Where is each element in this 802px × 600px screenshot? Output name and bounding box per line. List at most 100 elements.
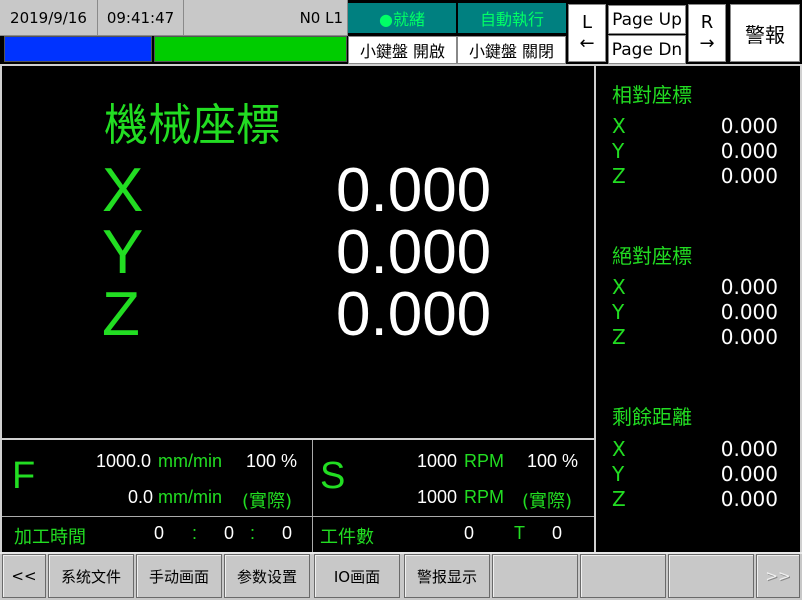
relative-row-x: X 0.000 xyxy=(612,114,778,138)
alarm-button[interactable]: 警報 xyxy=(730,4,800,62)
axis-value: 0.000 xyxy=(720,114,778,138)
relative-row-y: Y 0.000 xyxy=(612,139,778,163)
time-display: 09:41:47 xyxy=(98,0,184,36)
page-down-label: Page Dn xyxy=(611,39,683,60)
time-separator-1: : xyxy=(192,523,198,543)
softkey-blank-1[interactable] xyxy=(492,554,578,598)
machining-time-label: 加工時間 xyxy=(14,527,86,548)
axis-y-value: 0.000 xyxy=(336,218,492,287)
left-key-label: L xyxy=(581,12,593,33)
axis-value: 0.000 xyxy=(720,462,778,486)
spindle-set-unit: RPM xyxy=(464,451,504,471)
axis-label: X xyxy=(612,275,626,299)
remaining-row-y: Y 0.000 xyxy=(612,462,778,486)
time-hours: 0 xyxy=(154,523,165,543)
axis-label: Y xyxy=(612,462,625,486)
relative-coord-title: 相對座標 xyxy=(612,83,692,107)
softkey-manual-screen-button[interactable]: 手动画面 xyxy=(136,554,222,598)
axis-label: Y xyxy=(612,300,625,324)
remaining-distance-title: 剩餘距離 xyxy=(612,405,692,429)
remaining-row-x: X 0.000 xyxy=(612,437,778,461)
date-display: 2019/9/16 xyxy=(0,0,98,36)
keyboard-open-label: 小鍵盤 開啟 xyxy=(359,42,446,61)
keyboard-open-button[interactable]: 小鍵盤 開啟 xyxy=(348,36,457,64)
program-text: N0 L1 xyxy=(299,8,343,27)
workpiece-count-label: 工件數 xyxy=(320,527,374,548)
axis-z-label: Z xyxy=(102,280,140,349)
axis-y-label: Y xyxy=(102,218,144,287)
softkey-next-button[interactable]: >> xyxy=(756,554,800,598)
status-auto-text: 自動執行 xyxy=(479,10,544,29)
axis-value: 0.000 xyxy=(720,325,778,349)
spindle-actual-value: 1000 xyxy=(417,487,458,507)
bottom-row-line xyxy=(0,516,594,517)
softkey-blank-2[interactable] xyxy=(580,554,666,598)
relative-row-z: Z 0.000 xyxy=(612,164,778,188)
page-up-button[interactable]: Page Up xyxy=(608,5,686,34)
spindle-label: S xyxy=(320,455,346,497)
status-ready: ●就緒 xyxy=(348,3,456,33)
softkey-label: 手动画面 xyxy=(148,567,209,586)
page-up-label: Page Up xyxy=(612,9,682,30)
feed-actual-note: (實際) xyxy=(242,491,293,512)
remaining-row-z: Z 0.000 xyxy=(612,487,778,511)
softkey-parameter-settings-button[interactable]: 参数设置 xyxy=(224,554,310,598)
time-minutes: 0 xyxy=(224,523,235,543)
spindle-actual-unit: RPM xyxy=(464,487,504,507)
axis-label: Z xyxy=(612,164,626,188)
status-ready-text: ●就緒 xyxy=(379,10,425,29)
machine-coord-title: 機械座標 xyxy=(104,100,280,151)
header-divider xyxy=(0,64,802,66)
axis-x-label: X xyxy=(102,156,144,225)
program-display: N0 L1 xyxy=(184,0,348,36)
feed-set-unit: mm/min xyxy=(158,451,222,471)
softkey-label: 警报显示 xyxy=(416,567,477,586)
softkey-blank-3[interactable] xyxy=(668,554,754,598)
axis-x-value: 0.000 xyxy=(336,156,492,225)
softkey-alarm-display-button[interactable]: 警报显示 xyxy=(404,554,490,598)
softkey-label: 参数设置 xyxy=(236,567,297,586)
softkey-system-files-button[interactable]: 系统文件 xyxy=(48,554,134,598)
axis-z-value: 0.000 xyxy=(336,280,492,349)
right-panel-divider xyxy=(594,66,596,552)
right-key-button[interactable]: R → xyxy=(688,4,726,62)
spindle-actual-note: (實際) xyxy=(522,491,573,512)
right-key-label: R xyxy=(700,12,714,33)
feed-spindle-divider xyxy=(312,440,313,552)
progress-bar-green xyxy=(154,36,347,62)
axis-value: 0.000 xyxy=(720,437,778,461)
axis-value: 0.000 xyxy=(720,300,778,324)
page-down-button[interactable]: Page Dn xyxy=(608,35,686,64)
feed-actual-unit: mm/min xyxy=(158,487,222,507)
softkey-prev-label: << xyxy=(11,567,37,585)
left-key-button[interactable]: L ← xyxy=(568,4,606,62)
absolute-row-z: Z 0.000 xyxy=(612,325,778,349)
axis-label: Z xyxy=(612,487,626,511)
softkey-io-screen-button[interactable]: IO画面 xyxy=(314,554,400,598)
absolute-row-y: Y 0.000 xyxy=(612,300,778,324)
feed-actual-value: 0.0 xyxy=(128,487,154,507)
softkey-label: 系统文件 xyxy=(60,567,121,586)
arrow-right-icon: → xyxy=(699,33,715,54)
axis-value: 0.000 xyxy=(720,487,778,511)
softkey-prev-button[interactable]: << xyxy=(2,554,46,598)
feed-label: F xyxy=(12,455,36,497)
progress-bar-blue xyxy=(4,36,152,62)
time-separator-2: : xyxy=(250,523,256,543)
keyboard-close-button[interactable]: 小鍵盤 關閉 xyxy=(457,36,566,64)
feed-set-percent: 100 % xyxy=(246,451,298,471)
spindle-set-value: 1000 xyxy=(417,451,458,471)
axis-value: 0.000 xyxy=(720,139,778,163)
axis-label: X xyxy=(612,437,626,461)
axis-label: Y xyxy=(612,139,625,163)
axis-label: Z xyxy=(612,325,626,349)
alarm-label: 警報 xyxy=(745,22,785,47)
axis-value: 0.000 xyxy=(720,275,778,299)
status-auto-run: 自動執行 xyxy=(458,3,566,33)
axis-value: 0.000 xyxy=(720,164,778,188)
absolute-coord-title: 絕對座標 xyxy=(612,244,692,268)
tool-label: T xyxy=(514,523,525,543)
feed-set-percent-value: 100 % xyxy=(246,451,297,472)
workpiece-count: 0 xyxy=(464,523,475,543)
left-border xyxy=(0,66,2,552)
